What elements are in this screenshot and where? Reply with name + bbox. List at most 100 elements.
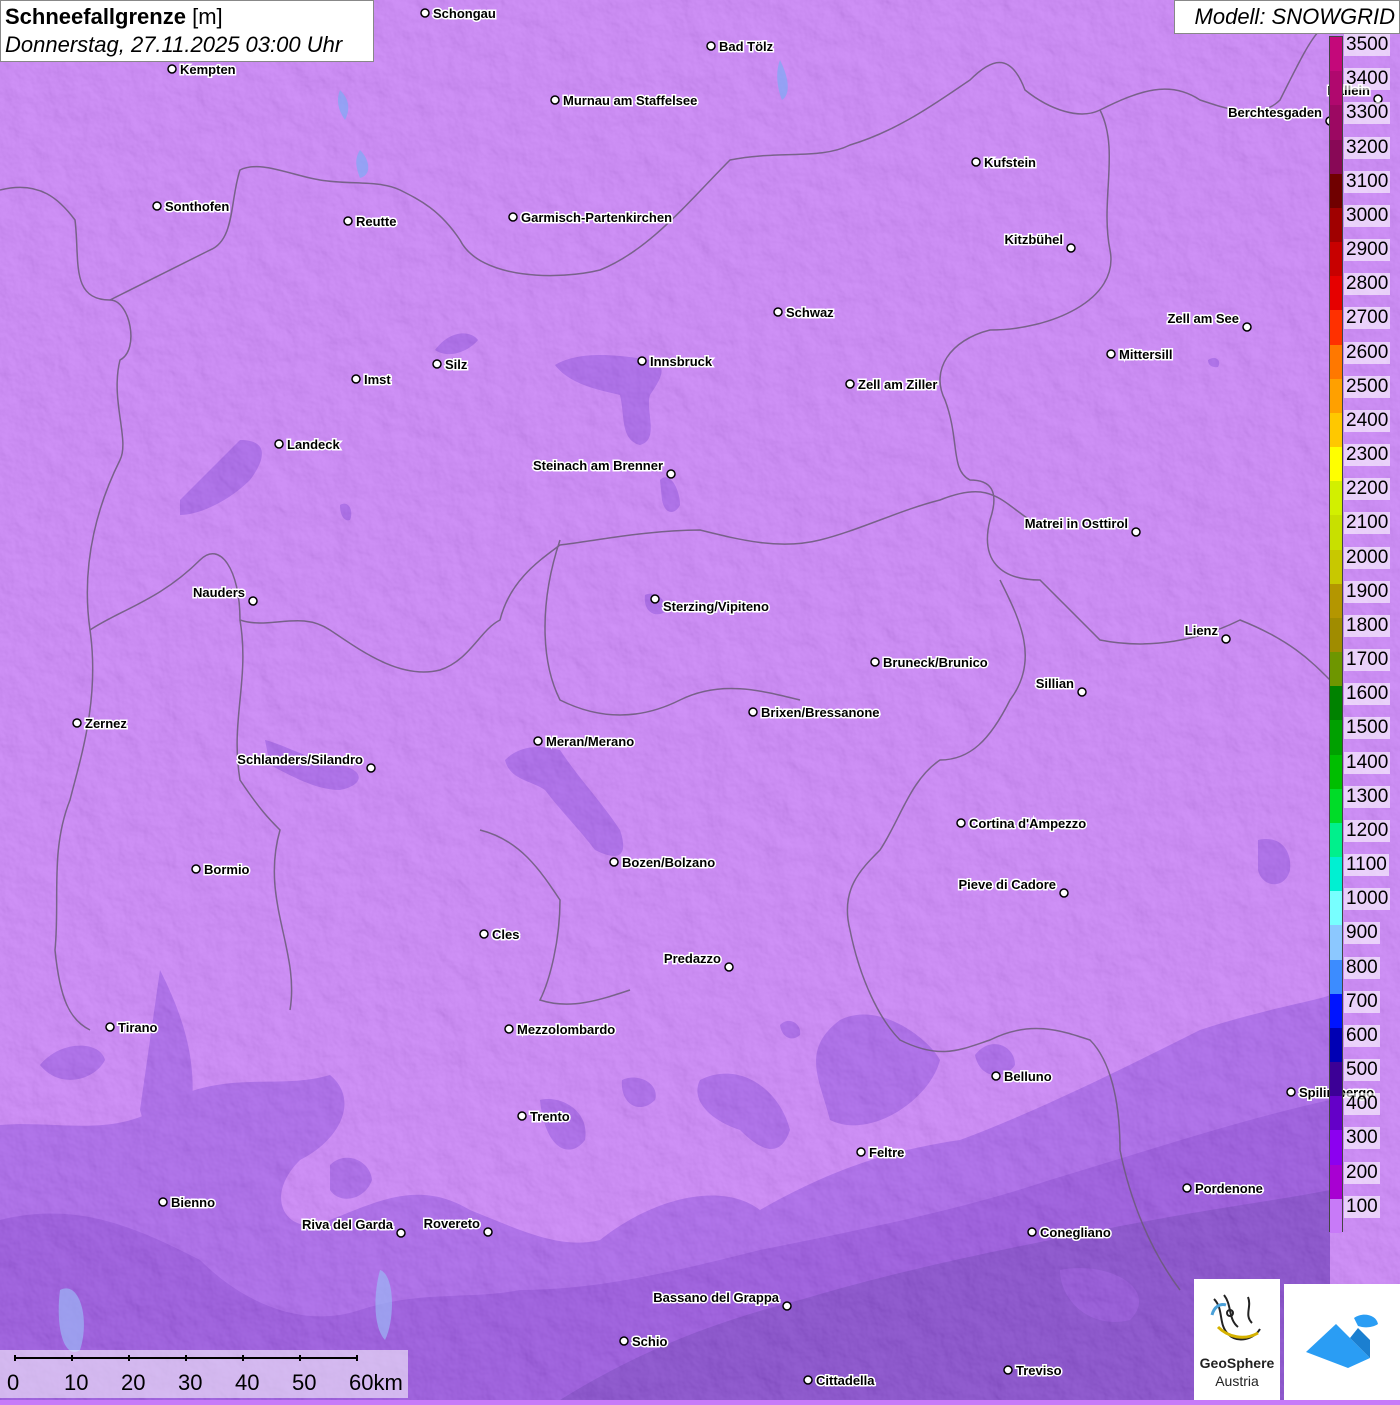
legend-label: 2200 [1344,478,1391,501]
legend-label: 2100 [1344,512,1391,535]
city-label: Schongau [433,6,496,21]
city-marker: Sonthofen [152,198,231,216]
city-label: Innsbruck [650,354,713,369]
legend-label: 1400 [1344,751,1391,774]
legend-label: 2900 [1344,239,1391,262]
legend-swatch [1330,242,1342,277]
city-label: Lienz [1185,623,1219,638]
city-dot [971,157,981,167]
scale-label: 20 [121,1370,146,1395]
city-dot [666,469,676,479]
city-dot [856,1147,866,1157]
legend-swatch [1330,652,1342,687]
legend-swatch [1330,891,1342,926]
city-marker: Conegliano [1027,1224,1112,1242]
legend-swatch [1330,822,1342,858]
city-marker: Brixen/Bressanone [748,704,881,722]
legend-label: 300 [1344,1127,1380,1150]
legend-swatch [1330,105,1342,140]
city-dot [1182,1183,1192,1193]
legend-swatch [1330,788,1342,824]
city-label: Bozen/Bolzano [622,855,715,870]
city-label: Zell am Ziller [858,377,937,392]
city-dot [432,359,442,369]
city-dot [650,594,660,604]
city-label: Zell am See [1167,311,1239,326]
city-label: Cittadella [816,1373,875,1388]
city-dot [619,1336,629,1346]
city-label: Bad Tölz [719,39,774,54]
snowline-map[interactable]: Schongau Bad Tölz Kempten Murnau am Staffel… [0,0,1400,1400]
scale-tick [356,1355,358,1361]
legend-label: 400 [1344,1093,1380,1116]
city-marker: Innsbruck [637,353,714,371]
city-dot [72,718,82,728]
legend-label: 3300 [1344,102,1391,125]
city-label: Feltre [869,1145,904,1160]
city-label: Nauders [193,585,245,600]
legend-swatch [1330,310,1342,346]
legend-swatch [1330,1062,1342,1097]
city-label: Conegliano [1040,1225,1111,1240]
geosphere-logo[interactable]: GeoSphere Austria [1194,1279,1280,1400]
city-dot [248,596,258,606]
mountain-snow-icon [1306,1314,1378,1368]
legend-swatch [1330,276,1342,311]
legend-swatch [1330,71,1342,106]
legend-swatch [1330,207,1342,243]
legend-swatch [1330,993,1342,1029]
app-logo[interactable] [1284,1284,1400,1400]
city-dot [1003,1365,1013,1375]
legend-swatch [1330,1198,1342,1234]
city-dot [483,1227,493,1237]
city-label: Cles [492,927,519,942]
legend-swatch [1330,481,1342,516]
city-dot [1066,243,1076,253]
scale-label: 50 [292,1370,317,1395]
legend-label: 600 [1344,1024,1380,1047]
legend-label: 1900 [1344,580,1391,603]
city-label: Pordenone [1195,1181,1263,1196]
city-marker: Schongau [420,5,497,23]
legend-label: 200 [1344,1161,1380,1184]
legend-label: 1600 [1344,683,1391,706]
city-marker: Bruneck/Brunico [870,654,989,672]
legend-label: 900 [1344,922,1380,945]
forecast-datetime: Donnerstag, 27.11.2025 03:00 Uhr [5,32,343,57]
legend-label: 100 [1344,1195,1380,1218]
city-label: Mittersill [1119,347,1172,362]
legend-color-bar [1329,36,1343,1234]
city-dot [550,95,560,105]
legend-swatch [1330,173,1342,209]
scale-label: 0 [7,1370,20,1395]
legend-swatch [1330,959,1342,995]
city-dot [167,64,177,74]
city-dot [504,1024,514,1034]
color-legend: 3500 3400 3300 3200 3100 3000 2900 2800 2700 2600… [1329,34,1400,1234]
city-dot [845,379,855,389]
city-dot [1242,322,1252,332]
city-label: Bassano del Grappa [653,1290,779,1305]
city-dot [609,857,619,867]
legend-label: 3100 [1344,170,1391,193]
city-dot [956,818,966,828]
scale-tick [299,1355,301,1361]
map-title: Schneefallgrenze [m] [5,3,369,31]
city-dot [1221,634,1231,644]
city-label: Trento [530,1109,570,1124]
legend-label: 3000 [1344,204,1391,227]
geosphere-emblem-icon [1210,1294,1261,1341]
legend-label: 3200 [1344,136,1391,159]
city-label: Riva del Garda [302,1217,394,1232]
city-dot [706,41,716,51]
title-text: Schneefallgrenze [5,4,186,29]
geosphere-country: Austria [1215,1373,1259,1389]
city-label: Berchtesgaden [1228,105,1322,120]
city-label: Sterzing/Vipiteno [663,599,769,614]
city-dot [1027,1227,1037,1237]
legend-label: 3500 [1344,34,1391,56]
legend-label: 1100 [1344,854,1389,877]
legend-label: 1300 [1344,785,1391,808]
city-label: Schlanders/Silandro [237,752,363,767]
legend-swatch [1330,139,1342,175]
